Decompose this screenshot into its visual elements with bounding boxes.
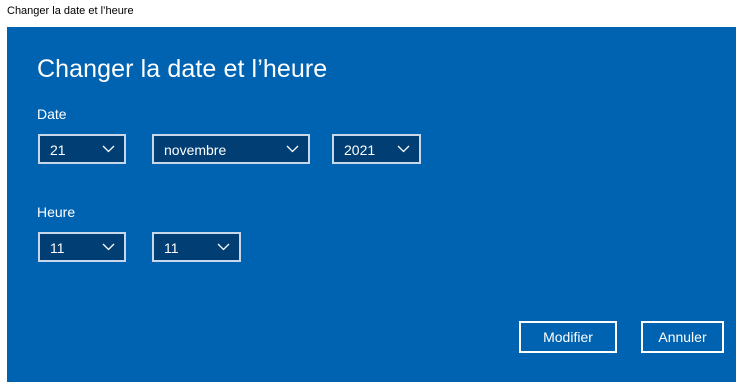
chevron-down-icon — [102, 243, 115, 251]
chevron-down-icon — [102, 145, 115, 153]
window-title: Changer la date et l’heure — [7, 5, 134, 17]
hour-select[interactable]: 11 — [38, 232, 126, 262]
chevron-down-icon — [397, 145, 410, 153]
day-value: 21 — [50, 142, 66, 158]
minute-select[interactable]: 11 — [152, 232, 241, 262]
cancel-button[interactable]: Annuler — [641, 321, 724, 353]
year-select[interactable]: 2021 — [332, 134, 421, 164]
hour-value: 11 — [50, 240, 65, 256]
time-label: Heure — [37, 204, 76, 220]
minute-value: 11 — [164, 240, 179, 256]
chevron-down-icon — [286, 145, 299, 153]
month-value: novembre — [164, 142, 227, 158]
year-value: 2021 — [344, 142, 376, 158]
date-time-dialog: Changer la date et l’heure Date 21 novem… — [7, 27, 736, 382]
modify-button[interactable]: Modifier — [518, 320, 618, 354]
chevron-down-icon — [217, 243, 230, 251]
date-label: Date — [37, 106, 67, 122]
month-select[interactable]: novembre — [152, 134, 310, 164]
window: Changer la date et l’heure Changer la da… — [0, 0, 743, 387]
day-select[interactable]: 21 — [38, 134, 126, 164]
title-bar: Changer la date et l’heure — [0, 0, 743, 27]
dialog-heading: Changer la date et l’heure — [37, 55, 328, 83]
